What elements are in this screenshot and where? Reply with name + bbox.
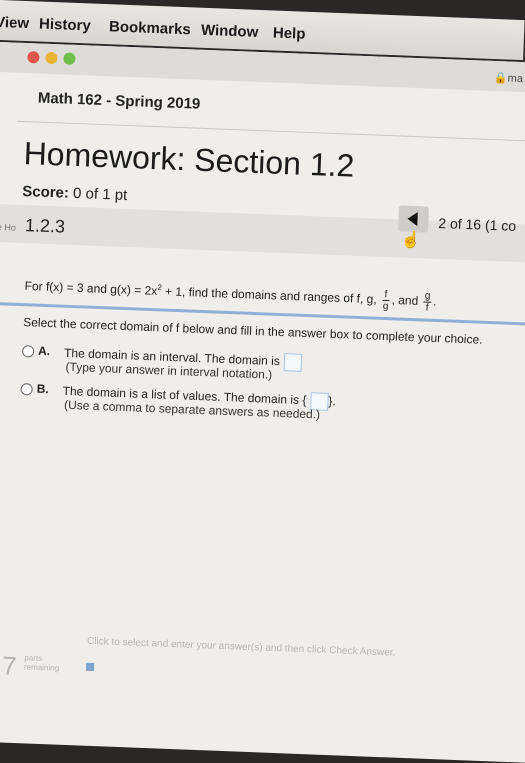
- question-counter: 2 of 16 (1 co: [438, 214, 517, 234]
- hand-cursor-icon: ☝: [400, 231, 421, 250]
- parts-remaining-label: parts remaining: [23, 653, 60, 673]
- browser-window: 🔒ma Math 162 - Spring 2019 Homework: Sec…: [0, 42, 525, 763]
- parts-progress-box: [85, 662, 95, 672]
- question-middle: + 1, find the domains and ranges of f, g…: [161, 284, 377, 307]
- menu-bookmarks[interactable]: Bookmarks: [109, 18, 191, 38]
- score: Score: 0 of 1 pt: [22, 183, 128, 204]
- parts-remaining-count: 7: [1, 650, 18, 682]
- menu-help[interactable]: Help: [273, 25, 306, 43]
- question-prefix: For f(x) = 3 and g(x) = 2x: [24, 278, 158, 298]
- score-label: Score:: [21, 182, 70, 202]
- address-text: ma: [507, 72, 524, 86]
- crumb-fragment: e Ho: [0, 222, 17, 233]
- option-a-answer-box[interactable]: [283, 353, 303, 372]
- menu-history[interactable]: History: [39, 16, 91, 35]
- zoom-window-button[interactable]: [63, 52, 76, 65]
- menu-view[interactable]: View: [0, 14, 29, 32]
- question-header-panel: [0, 203, 525, 264]
- course-title: Math 162 - Spring 2019: [37, 89, 201, 113]
- close-window-button[interactable]: [27, 51, 40, 64]
- option-a-letter: A.: [37, 343, 51, 359]
- option-b-letter: B.: [36, 381, 49, 397]
- fraction-f-over-g: fg: [382, 288, 391, 313]
- minimize-window-button[interactable]: [45, 51, 58, 65]
- fraction-g-over-f: gf: [423, 290, 432, 314]
- lock-icon: 🔒: [493, 71, 508, 85]
- question-number: 1.2.3: [24, 215, 66, 237]
- left-arrow-icon: [407, 211, 418, 227]
- option-a-radio[interactable]: [21, 345, 35, 358]
- score-value: 0 of 1 pt: [72, 184, 128, 204]
- address-bar[interactable]: 🔒ma: [494, 71, 523, 85]
- previous-question-button[interactable]: [398, 205, 429, 233]
- question-and: , and: [391, 292, 419, 308]
- footer-hint: Click to select and enter your answer(s)…: [86, 635, 396, 659]
- homework-title: Homework: Section 1.2: [23, 135, 356, 184]
- option-b-radio[interactable]: [20, 383, 33, 396]
- menu-window[interactable]: Window: [201, 22, 259, 41]
